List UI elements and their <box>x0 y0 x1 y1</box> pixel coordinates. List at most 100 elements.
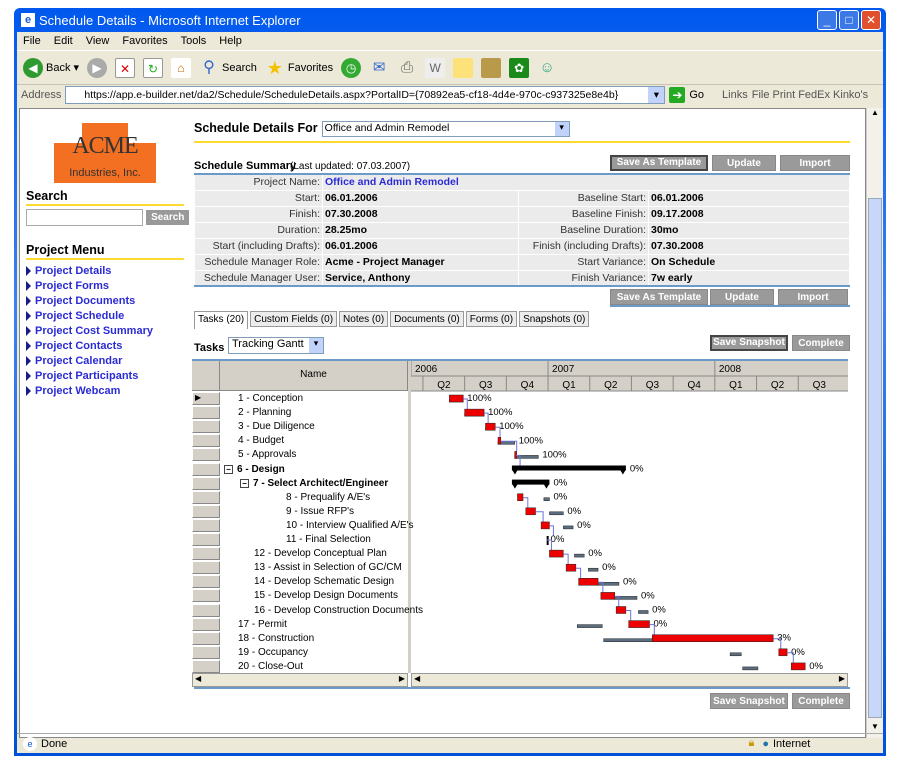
menu-view[interactable]: View <box>86 35 110 47</box>
tab-forms[interactable]: Forms (0) <box>465 311 518 327</box>
row-selector[interactable] <box>192 547 220 561</box>
row-selector[interactable] <box>192 617 220 631</box>
sidebar-search-button[interactable]: Search <box>146 210 190 225</box>
row-selector[interactable] <box>192 589 220 603</box>
go-button[interactable]: Go <box>689 89 704 101</box>
name-column-header[interactable]: Name <box>220 361 408 391</box>
close-button[interactable]: ✕ <box>861 10 881 30</box>
row-selector[interactable] <box>192 462 220 476</box>
mail-icon[interactable]: ✉ <box>369 58 389 78</box>
menu-favorites[interactable]: Favorites <box>122 35 167 47</box>
sidebar-item-project-forms[interactable]: Project Forms <box>26 278 153 293</box>
search-button[interactable]: ⚲ Search <box>199 58 257 78</box>
task-row[interactable]: 18 - Construction <box>238 632 314 646</box>
row-selector[interactable] <box>192 603 220 617</box>
task-row[interactable]: 12 - Develop Conceptual Plan <box>254 547 387 561</box>
task-row[interactable]: 14 - Develop Schematic Design <box>254 575 394 589</box>
row-selector[interactable] <box>192 518 220 532</box>
complete-button-bottom[interactable]: Complete <box>792 693 850 709</box>
view-select[interactable]: Tracking Gantt ▾ <box>228 337 324 354</box>
import-button-bottom[interactable]: Import <box>778 289 848 305</box>
tab-custom[interactable]: Custom Fields (0) <box>250 311 338 327</box>
row-selector[interactable] <box>192 448 220 462</box>
collapse-icon[interactable]: − <box>240 478 249 488</box>
names-hscrollbar[interactable]: ◀ ▶ <box>192 673 408 687</box>
chevron-down-icon[interactable]: ▾ <box>648 87 665 103</box>
go-arrow-icon[interactable]: ➔ <box>669 87 686 103</box>
favorites-button[interactable]: ★ Favorites <box>265 58 333 78</box>
tab-snapshots[interactable]: Snapshots (0) <box>519 311 590 327</box>
links-fedex[interactable]: File Print FedEx Kinko's <box>752 89 868 101</box>
task-row[interactable]: 17 - Permit <box>238 618 287 632</box>
stop-icon[interactable]: ✕ <box>115 57 135 78</box>
forward-icon[interactable]: ▶ <box>87 57 107 78</box>
task-row[interactable]: −7 - Select Architect/Engineer <box>240 477 388 491</box>
task-row[interactable]: 1 - Conception <box>238 392 303 406</box>
back-button[interactable]: ◀ Back ▾ <box>23 57 79 78</box>
row-selector[interactable] <box>192 490 220 504</box>
task-row[interactable]: 11 - Final Selection <box>286 533 371 547</box>
row-selector[interactable] <box>192 631 220 645</box>
task-row[interactable]: 4 - Budget <box>238 434 284 448</box>
minimize-button[interactable]: _ <box>817 10 837 30</box>
sidebar-item-project-schedule[interactable]: Project Schedule <box>26 308 153 323</box>
save-as-template-button[interactable]: Save As Template <box>610 155 708 171</box>
row-selector[interactable] <box>192 504 220 518</box>
save-as-template-button-bottom[interactable]: Save As Template <box>610 289 708 305</box>
task-row[interactable]: 16 - Develop Construction Documents <box>254 604 423 618</box>
project-name-link[interactable]: Office and Admin Remodel <box>322 173 850 191</box>
menu-tools[interactable]: Tools <box>181 35 207 47</box>
sidebar-item-project-calendar[interactable]: Project Calendar <box>26 353 153 368</box>
word-icon[interactable]: W <box>425 57 446 78</box>
import-button[interactable]: Import <box>780 155 850 171</box>
sidebar-item-project-contacts[interactable]: Project Contacts <box>26 338 153 353</box>
collapse-icon[interactable]: − <box>224 464 233 474</box>
task-row[interactable]: 15 - Develop Design Documents <box>254 589 398 603</box>
maximize-button[interactable]: □ <box>839 10 859 30</box>
refresh-icon[interactable]: ↻ <box>143 57 163 78</box>
save-snapshot-button-bottom[interactable]: Save Snapshot <box>710 693 788 709</box>
notes-icon[interactable] <box>453 57 474 78</box>
page-vscrollbar[interactable]: ▲ ▼ <box>866 108 883 738</box>
row-selector[interactable] <box>192 561 220 575</box>
task-row[interactable]: 3 - Due Diligence <box>238 420 315 434</box>
sidebar-item-project-participants[interactable]: Project Participants <box>26 368 153 383</box>
complete-button[interactable]: Complete <box>792 335 850 351</box>
task-row[interactable]: 9 - Issue RFP's <box>286 505 354 519</box>
links-label[interactable]: Links <box>722 89 748 101</box>
update-button[interactable]: Update <box>712 155 776 171</box>
row-selector[interactable] <box>192 533 220 546</box>
project-select[interactable]: Office and Admin Remodel ▾ <box>321 121 570 137</box>
messenger-icon[interactable]: ☺ <box>537 58 557 78</box>
sidebar-item-project-cost-summary[interactable]: Project Cost Summary <box>26 323 153 338</box>
row-selector[interactable] <box>192 659 220 673</box>
row-selector[interactable]: ▶ <box>192 392 220 405</box>
sidebar-search-input[interactable] <box>26 209 143 226</box>
history-icon[interactable]: ◷ <box>341 57 362 78</box>
row-selector[interactable] <box>192 575 220 589</box>
task-row[interactable]: −6 - Design <box>224 463 285 477</box>
task-row[interactable]: 5 - Approvals <box>238 448 296 462</box>
print-icon[interactable]: ⎙ <box>397 58 417 78</box>
icq-icon[interactable]: ✿ <box>509 57 530 78</box>
row-selector[interactable] <box>192 434 220 448</box>
task-row[interactable]: 20 - Close-Out <box>238 660 303 674</box>
row-selector[interactable] <box>192 645 220 659</box>
menu-help[interactable]: Help <box>219 35 242 47</box>
menu-file[interactable]: File <box>23 35 41 47</box>
task-row[interactable]: 2 - Planning <box>238 406 291 420</box>
row-selector[interactable] <box>192 476 220 490</box>
task-row[interactable]: 8 - Prequalify A/E's <box>286 491 370 505</box>
home-icon[interactable]: ⌂ <box>171 57 191 78</box>
sidebar-item-project-documents[interactable]: Project Documents <box>26 293 153 308</box>
row-selector[interactable] <box>192 406 220 420</box>
tab-notes[interactable]: Notes (0) <box>339 311 389 327</box>
sidebar-item-project-webcam[interactable]: Project Webcam <box>26 383 153 398</box>
task-row[interactable]: 10 - Interview Qualified A/E's <box>286 519 414 533</box>
sidebar-item-project-details[interactable]: Project Details <box>26 263 153 278</box>
research-icon[interactable] <box>481 57 502 78</box>
menu-edit[interactable]: Edit <box>54 35 73 47</box>
address-input[interactable]: https://app.e-builder.net/da2/Schedule/S… <box>65 86 666 104</box>
tab-tasks[interactable]: Tasks (20) <box>194 311 249 329</box>
update-button-bottom[interactable]: Update <box>710 289 774 305</box>
